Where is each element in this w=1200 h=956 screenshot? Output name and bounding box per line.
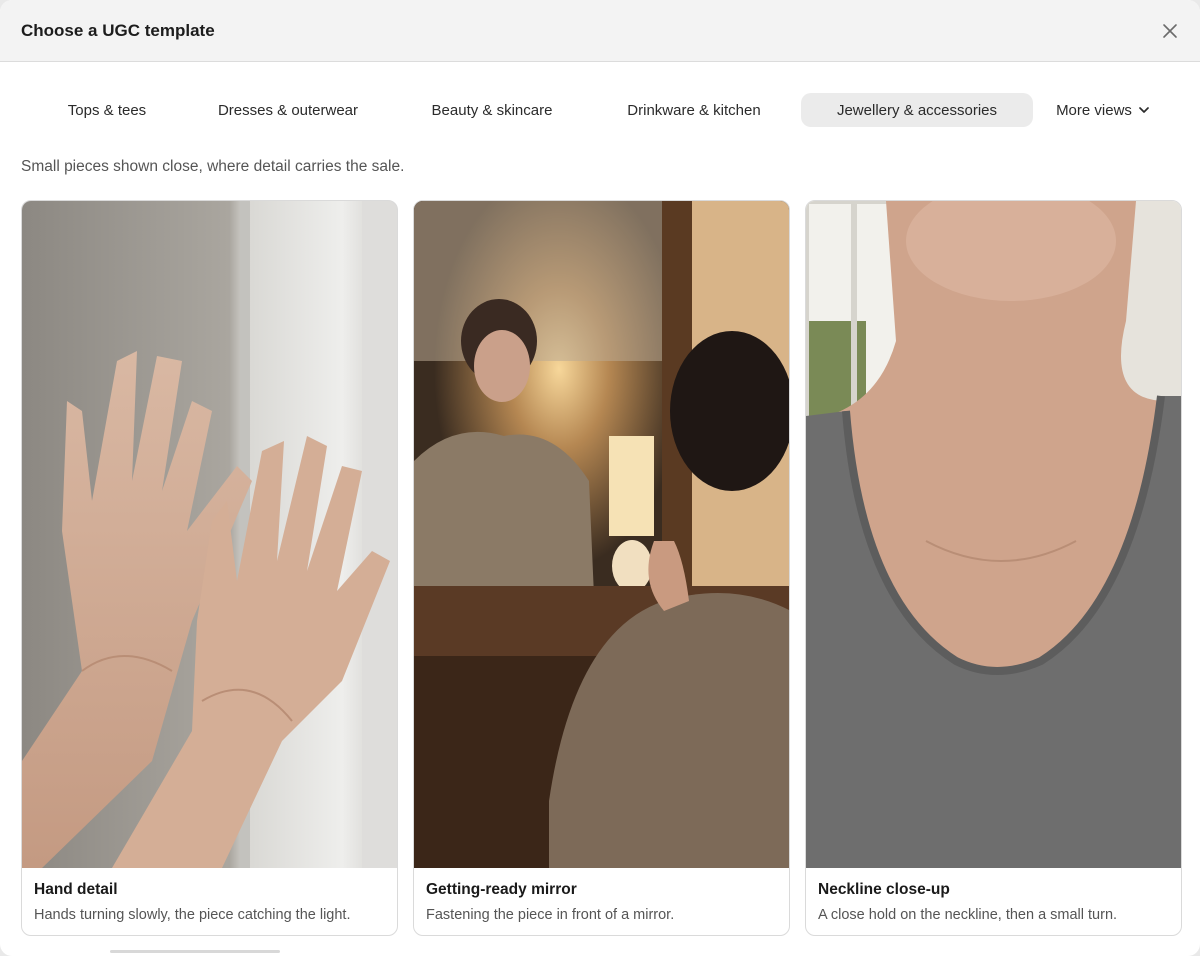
template-card-hand-detail[interactable]: Hand detail Hands turning slowly, the pi… <box>21 200 398 936</box>
template-thumbnail <box>22 201 397 868</box>
tab-tops-tees[interactable]: Tops & tees <box>46 93 168 127</box>
tab-dresses-outerwear[interactable]: Dresses & outerwear <box>194 93 382 127</box>
template-thumbnail <box>806 201 1181 868</box>
tab-beauty-skincare[interactable]: Beauty & skincare <box>408 93 576 127</box>
template-description: Hands turning slowly, the piece catching… <box>34 907 351 923</box>
more-views-dropdown[interactable]: More views <box>1046 93 1160 127</box>
template-description: A close hold on the neckline, then a sma… <box>818 907 1118 923</box>
close-icon <box>1163 23 1177 38</box>
tab-label: Jewellery & accessories <box>836 101 998 119</box>
ugc-template-dialog: Choose a UGC template Tops & tees Dresse… <box>0 0 1200 956</box>
template-thumbnail <box>414 201 789 868</box>
category-description: Small pieces shown close, where detail c… <box>21 158 405 175</box>
tab-label: Dresses & outerwear <box>217 101 359 119</box>
tab-label: Tops & tees <box>67 101 147 119</box>
tab-label: Drinkware & kitchen <box>627 101 761 119</box>
category-tabs: Tops & tees Dresses & outerwear Beauty &… <box>0 93 1200 127</box>
close-button[interactable] <box>1158 19 1182 43</box>
template-title: Neckline close-up <box>818 881 950 898</box>
scroll-hint <box>110 950 280 953</box>
template-title: Hand detail <box>34 881 118 898</box>
dialog-title: Choose a UGC template <box>21 20 215 40</box>
tab-jewellery-accessories[interactable]: Jewellery & accessories <box>801 93 1033 127</box>
more-views-label: More views <box>1056 101 1132 119</box>
tab-label: Beauty & skincare <box>431 101 553 119</box>
template-title: Getting-ready mirror <box>426 881 577 898</box>
chevron-down-icon <box>1138 104 1150 116</box>
template-card-getting-ready-mirror[interactable]: Getting-ready mirror Fastening the piece… <box>413 200 790 936</box>
template-card-neckline-close-up[interactable]: Neckline close-up A close hold on the ne… <box>805 200 1182 936</box>
tab-drinkware-kitchen[interactable]: Drinkware & kitchen <box>602 93 786 127</box>
template-description: Fastening the piece in front of a mirror… <box>426 907 675 923</box>
dialog-header: Choose a UGC template <box>0 0 1200 62</box>
